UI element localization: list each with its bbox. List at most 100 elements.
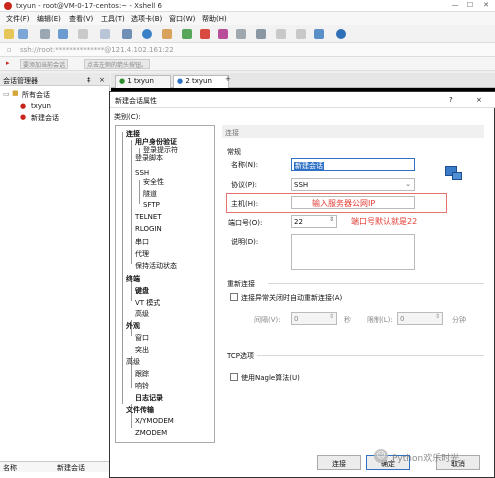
- category-tree[interactable]: 连接 用户身份验证 登录提示符 登录脚本 SSH 安全性 隧道 SFTP TEL…: [115, 125, 215, 443]
- limit-label: 限制(L):: [367, 316, 393, 324]
- description-label: 说明(D):: [231, 238, 259, 246]
- category-item[interactable]: 代理: [135, 249, 149, 259]
- tab-layout-icon[interactable]: [314, 29, 324, 39]
- category-item[interactable]: 突出: [135, 345, 149, 355]
- globe-icon[interactable]: [142, 29, 152, 39]
- transfer-icon[interactable]: [58, 29, 68, 39]
- category-item[interactable]: 文件传输: [126, 405, 154, 415]
- dialog-help-button[interactable]: ?: [449, 96, 453, 104]
- general-group-label: 常规: [227, 148, 241, 156]
- tcp-group-label: TCP选项: [227, 352, 254, 360]
- tree-item-txyun[interactable]: txyun: [31, 102, 51, 110]
- quickbar-pin-icon[interactable]: ▸: [6, 59, 10, 67]
- category-item[interactable]: 响铃: [135, 381, 149, 391]
- layout-icon[interactable]: [296, 29, 306, 39]
- category-item[interactable]: RLOGIN: [135, 225, 162, 233]
- connect-button[interactable]: 连接: [317, 455, 361, 470]
- category-item[interactable]: 键盘: [135, 286, 149, 296]
- window-title: txyun - root@VM-0-17-centos:~ - Xshell 6: [16, 2, 162, 10]
- interval-value: 0: [294, 315, 299, 323]
- menu-help[interactable]: 帮助(H): [202, 14, 227, 24]
- chevron-down-icon: ⌄: [405, 180, 411, 188]
- category-item[interactable]: 外观: [126, 321, 140, 331]
- fullscreen-icon[interactable]: [276, 29, 286, 39]
- category-item[interactable]: 高级: [135, 309, 149, 319]
- spinner-icon[interactable]: ⇕: [435, 313, 440, 320]
- address-text[interactable]: ssh://root:**************@121.4.102.161:…: [20, 46, 174, 54]
- xftp-icon[interactable]: [182, 29, 192, 39]
- category-item[interactable]: 日志记录: [135, 393, 163, 403]
- limit-unit: 分钟: [452, 316, 466, 324]
- name-input-value: 新建会话: [294, 162, 324, 170]
- grid-name-value: 新建会话: [57, 464, 85, 472]
- tab-label: 1 txyun: [127, 77, 154, 85]
- copy-icon[interactable]: [78, 29, 88, 39]
- category-item[interactable]: TELNET: [135, 213, 162, 221]
- category-item[interactable]: 跟踪: [135, 369, 149, 379]
- tab-txyun-1[interactable]: ● 1 txyun: [115, 75, 171, 88]
- description-textarea[interactable]: [291, 234, 415, 270]
- compose-icon[interactable]: [218, 29, 228, 39]
- grid-name-label: 名称: [3, 464, 17, 472]
- name-input[interactable]: 新建会话: [291, 158, 415, 171]
- script-icon[interactable]: [200, 29, 210, 39]
- category-item[interactable]: 串口: [135, 237, 149, 247]
- pin-icon[interactable]: ‡: [87, 76, 91, 84]
- font-icon[interactable]: [162, 29, 172, 39]
- minimize-button[interactable]: —: [448, 1, 462, 11]
- panel-close-icon[interactable]: ×: [99, 76, 105, 84]
- dialog-close-button[interactable]: ×: [476, 96, 482, 104]
- maximize-button[interactable]: ☐: [463, 1, 477, 11]
- watermark-text: Python欢乐时光: [392, 454, 460, 464]
- close-button[interactable]: ✕: [479, 1, 493, 11]
- new-session-icon[interactable]: [4, 29, 14, 39]
- auto-reconnect-checkbox[interactable]: [230, 293, 238, 301]
- reconnect-icon[interactable]: [40, 29, 50, 39]
- category-item[interactable]: 隧道: [143, 189, 157, 199]
- find-icon[interactable]: [100, 29, 110, 39]
- xshell-logo-icon: [4, 2, 12, 10]
- category-item[interactable]: VT 模式: [135, 298, 160, 308]
- menu-view[interactable]: 查看(V): [69, 14, 93, 24]
- help-icon[interactable]: [336, 29, 346, 39]
- category-item[interactable]: 保持活动状态: [135, 261, 177, 271]
- watermark: ☺ Python欢乐时光: [366, 448, 486, 466]
- category-item[interactable]: 窗口: [135, 333, 149, 343]
- protocol-select[interactable]: SSH ⌄: [291, 178, 415, 191]
- monitor-icon: [452, 172, 462, 180]
- category-item[interactable]: 登录脚本: [135, 153, 163, 163]
- category-item[interactable]: X/YMODEM: [135, 417, 174, 425]
- keyboard-icon[interactable]: [256, 29, 266, 39]
- wechat-icon: ☺: [374, 449, 388, 463]
- interval-stepper[interactable]: 0 ⇕: [291, 312, 337, 325]
- category-item[interactable]: SSH: [135, 169, 149, 177]
- category-item[interactable]: SFTP: [143, 201, 160, 209]
- menu-file[interactable]: 文件(F): [6, 14, 30, 24]
- category-item[interactable]: 安全性: [143, 177, 164, 187]
- tree-root[interactable]: 所有会话: [22, 90, 50, 100]
- spinner-icon[interactable]: ⇕: [329, 313, 334, 320]
- add-tab-button[interactable]: +: [225, 75, 231, 83]
- host-annotation: 输入服务器公网IP: [312, 199, 376, 208]
- tree-collapse-icon[interactable]: ▭: [3, 90, 10, 98]
- menu-bar: 文件(F) 编辑(E) 查看(V) 工具(T) 选项卡(B) 窗口(W) 帮助(…: [0, 12, 495, 25]
- menu-tools[interactable]: 工具(T): [101, 14, 125, 24]
- category-item[interactable]: 高级: [126, 357, 140, 367]
- menu-window[interactable]: 窗口(W): [169, 14, 195, 24]
- spinner-icon[interactable]: ⇕: [329, 216, 334, 223]
- menu-tabs[interactable]: 选项卡(B): [131, 14, 162, 24]
- port-stepper[interactable]: 22 ⇕: [291, 215, 337, 228]
- nagle-checkbox[interactable]: [230, 373, 238, 381]
- lock-icon[interactable]: [236, 29, 246, 39]
- properties-icon[interactable]: [122, 29, 132, 39]
- menu-edit[interactable]: 编辑(E): [37, 14, 61, 24]
- open-session-icon[interactable]: [18, 29, 28, 39]
- tree-item-new-session[interactable]: 新建会话: [31, 113, 59, 123]
- category-item[interactable]: ZMODEM: [135, 429, 167, 437]
- tab-txyun-2[interactable]: ● 2 txyun: [173, 75, 229, 88]
- limit-value: 0: [400, 315, 405, 323]
- session-manager-header: 会话管理器 ‡ ×: [0, 73, 110, 86]
- limit-stepper[interactable]: 0 ⇕: [397, 312, 443, 325]
- category-item[interactable]: 终端: [126, 274, 140, 284]
- port-value: 22: [294, 218, 303, 226]
